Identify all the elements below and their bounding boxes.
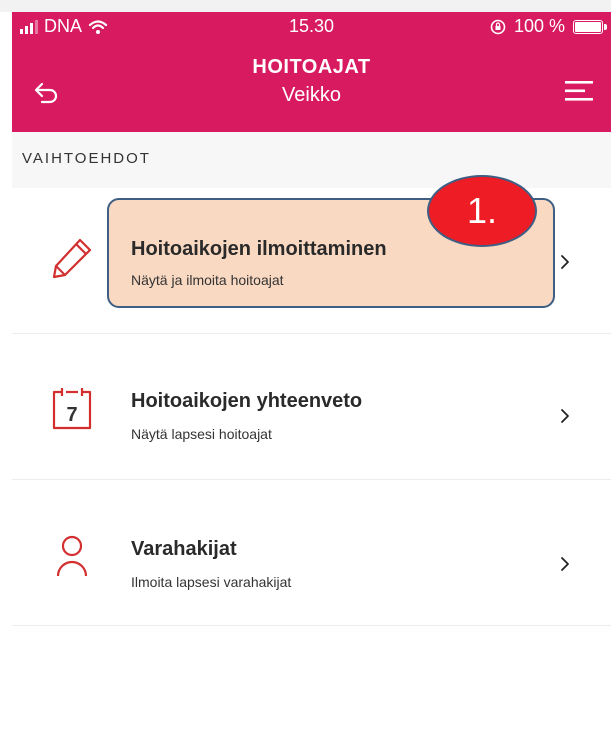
option-subtitle: Näytä lapsesi hoitoajat xyxy=(131,426,272,442)
option-title: Hoitoaikojen yhteenveto xyxy=(131,390,363,412)
person-icon xyxy=(56,535,88,577)
option-title: Hoitoaikojen ilmoittaminen xyxy=(131,238,387,260)
calendar-icon: 7 xyxy=(52,388,92,430)
option-title: Varahakijat xyxy=(131,538,237,560)
orientation-lock-icon xyxy=(490,19,506,34)
option-subtitle: Ilmoita lapsesi varahakijat xyxy=(131,574,292,590)
pencil-icon xyxy=(52,238,92,279)
step-number-badge: 1. xyxy=(427,175,537,247)
child-name: Veikko xyxy=(282,84,341,106)
battery-percent: 100 % xyxy=(513,16,565,36)
chevron-right-icon xyxy=(561,557,569,571)
option-row-varahakijat[interactable]: Varahakijat Ilmoita lapsesi varahakijat xyxy=(12,480,611,626)
status-bar: DNA 15.30 100 % xyxy=(12,12,611,42)
option-row-hoitoaikojen-yhteenveto[interactable]: 7 Hoitoaikojen yhteenveto Näytä lapsesi … xyxy=(12,334,611,480)
section-label: VAIHTOEHDOT xyxy=(22,150,151,167)
status-right: 100 % xyxy=(490,16,607,37)
page-title: HOITOAJAT xyxy=(252,56,371,78)
chevron-right-icon xyxy=(561,255,569,269)
battery-icon xyxy=(573,19,607,34)
chevron-right-icon xyxy=(561,409,569,423)
app-screen: DNA 15.30 100 % HOITOAJAT Veikko VAIHTOE… xyxy=(12,12,611,744)
top-margin xyxy=(0,0,611,12)
hamburger-menu-icon[interactable] xyxy=(565,78,595,104)
option-subtitle: Näytä ja ilmoita hoitoajat xyxy=(131,272,284,288)
calendar-day: 7 xyxy=(66,404,77,426)
app-header: DNA 15.30 100 % HOITOAJAT Veikko xyxy=(12,12,611,132)
